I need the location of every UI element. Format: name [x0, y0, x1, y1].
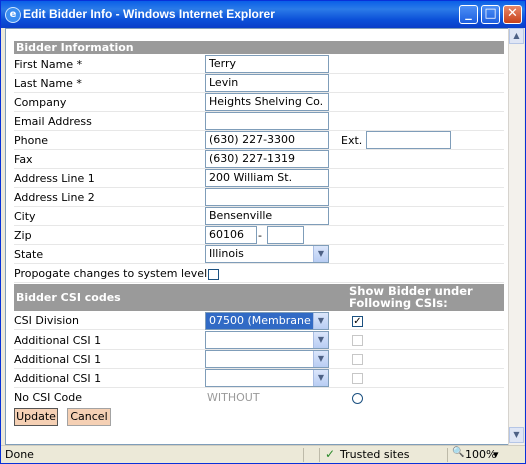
additional-csi-label: Additional CSI 1 — [14, 372, 102, 385]
status-separator — [319, 448, 320, 462]
zip-label: Zip — [14, 229, 32, 242]
zoom-menu-icon[interactable]: ▾ — [493, 448, 499, 461]
show-bidder-header: Show Bidder under Following CSIs: — [349, 284, 473, 309]
company-field[interactable]: Heights Shelving Co. — [205, 93, 329, 111]
additional-csi-label: Additional CSI 1 — [14, 334, 102, 347]
state-label: State — [14, 248, 44, 261]
close-button[interactable]: ✕ — [503, 5, 522, 24]
status-bar: Done ✓ Trusted sites 🔍 100% ▾ — [1, 445, 525, 463]
csi-division-label: CSI Division — [14, 314, 79, 327]
last-name-field[interactable]: Levin — [205, 74, 329, 92]
scroll-down-icon[interactable]: ▼ — [509, 427, 524, 443]
city-label: City — [14, 210, 36, 223]
zip-dash: - — [258, 229, 262, 242]
propagate-checkbox[interactable] — [208, 269, 219, 280]
last-name-label: Last Name * — [14, 77, 82, 90]
additional-csi-show-checkbox-3[interactable] — [352, 373, 363, 384]
window-title: Edit Bidder Info - Windows Internet Expl… — [23, 7, 275, 21]
maximize-button[interactable]: □ — [481, 5, 500, 24]
first-name-field[interactable]: Terry — [205, 55, 329, 73]
address2-label: Address Line 2 — [14, 191, 95, 204]
address1-label: Address Line 1 — [14, 172, 95, 185]
bidder-information-header: Bidder Information — [14, 41, 504, 54]
status-separator — [447, 448, 448, 462]
address2-field[interactable] — [205, 188, 329, 206]
chevron-down-icon[interactable]: ▼ — [313, 351, 328, 367]
security-zone-label[interactable]: Trusted sites — [340, 448, 410, 461]
state-select[interactable]: Illinois ▼ — [205, 245, 329, 263]
zip-field[interactable]: 60106 — [205, 226, 257, 244]
phone-field[interactable]: (630) 227-3300 — [205, 131, 329, 149]
phone-label: Phone — [14, 134, 49, 147]
status-text: Done — [5, 448, 34, 461]
fax-field[interactable]: (630) 227-1319 — [205, 150, 329, 168]
first-name-label: First Name * — [14, 58, 83, 71]
email-label: Email Address — [14, 115, 92, 128]
chevron-down-icon[interactable]: ▼ — [313, 246, 328, 262]
address1-field[interactable]: 200 William St. — [205, 169, 329, 187]
internet-explorer-icon: e — [5, 7, 21, 23]
propagate-label: Propogate changes to system level — [14, 267, 208, 280]
cancel-button[interactable]: Cancel — [67, 408, 111, 426]
additional-csi-select-1[interactable]: ▼ — [205, 331, 329, 349]
csi-division-show-checkbox[interactable]: ✓ — [352, 316, 363, 327]
additional-csi-show-checkbox-1[interactable] — [352, 335, 363, 346]
browser-window: e Edit Bidder Info - Windows Internet Ex… — [0, 0, 526, 464]
propagate-row: Propogate changes to system level — [14, 264, 504, 283]
page-content: Bidder Information First Name * Terry La… — [5, 28, 517, 445]
additional-csi-select-3[interactable]: ▼ — [205, 369, 329, 387]
update-button[interactable]: Update — [14, 408, 58, 426]
chevron-down-icon[interactable]: ▼ — [313, 370, 328, 386]
scroll-up-icon[interactable]: ▲ — [509, 28, 524, 44]
minimize-button[interactable]: _ — [459, 5, 478, 24]
title-bar[interactable]: e Edit Bidder Info - Windows Internet Ex… — [1, 1, 525, 28]
company-label: Company — [14, 96, 67, 109]
additional-csi-select-2[interactable]: ▼ — [205, 350, 329, 368]
no-csi-value: WITHOUT — [207, 391, 260, 404]
state-select-value: Illinois — [209, 247, 244, 260]
vertical-scrollbar[interactable]: ▲ ▼ — [508, 28, 524, 445]
zip-extension-field[interactable] — [267, 226, 304, 244]
show-bidder-line2: Following CSIs: — [349, 296, 448, 310]
trusted-sites-icon: ✓ — [325, 447, 336, 461]
additional-csi-show-checkbox-2[interactable] — [352, 354, 363, 365]
no-csi-label: No CSI Code — [14, 391, 83, 404]
additional-csi-label: Additional CSI 1 — [14, 353, 102, 366]
zoom-level[interactable]: 100% — [465, 448, 496, 461]
fax-label: Fax — [14, 153, 33, 166]
bidder-csi-label: Bidder CSI codes — [16, 291, 121, 304]
phone-ext-field[interactable] — [366, 131, 451, 149]
email-field[interactable] — [205, 112, 329, 130]
status-separator — [303, 448, 304, 462]
city-field[interactable]: Bensenville — [205, 207, 329, 225]
no-csi-row: No CSI Code WITHOUT — [14, 388, 504, 407]
bidder-csi-header: Bidder CSI codes Show Bidder under Follo… — [14, 284, 504, 311]
phone-ext-label: Ext. — [341, 134, 363, 147]
no-csi-radio[interactable] — [352, 393, 363, 404]
chevron-down-icon[interactable]: ▼ — [313, 313, 328, 329]
csi-division-value: 07500 (Membrane Roc — [209, 314, 329, 327]
zoom-icon: 🔍 — [452, 447, 465, 458]
csi-division-select[interactable]: 07500 (Membrane Roc ▼ — [205, 312, 329, 330]
chevron-down-icon[interactable]: ▼ — [313, 332, 328, 348]
